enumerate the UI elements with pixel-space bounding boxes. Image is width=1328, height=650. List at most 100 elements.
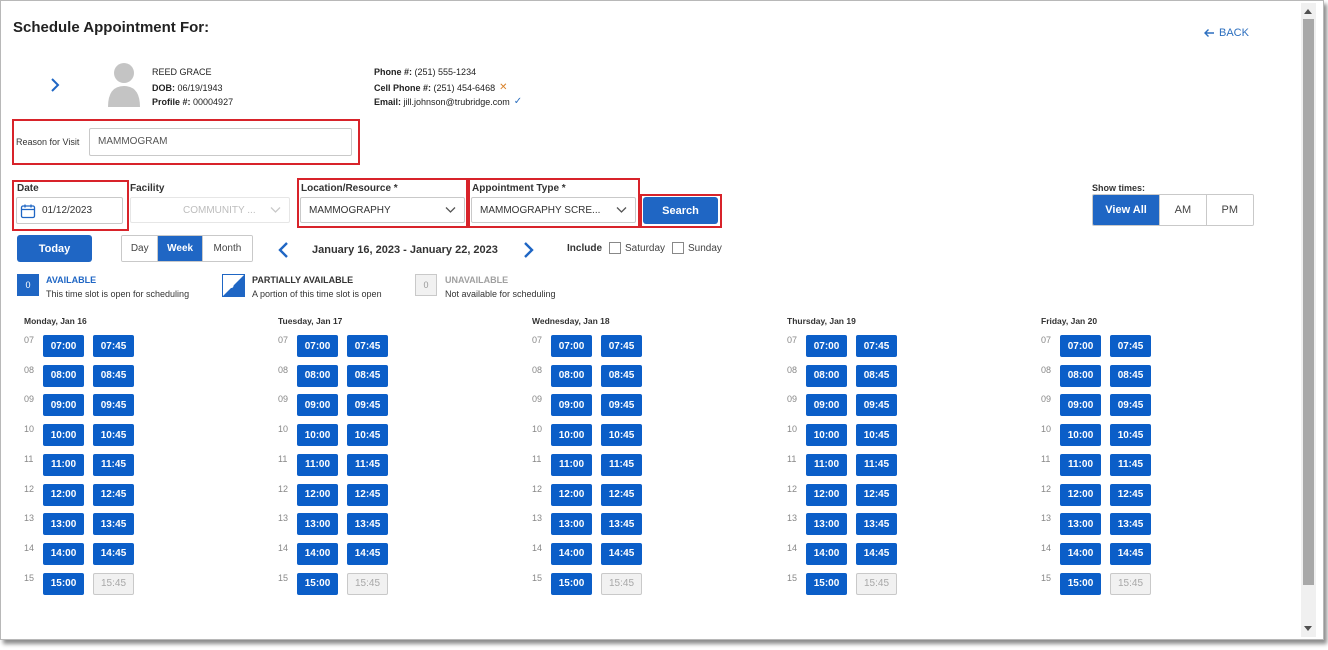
time-slot-button[interactable]: 11:45 [856,453,897,476]
time-slot-button[interactable]: 12:00 [1060,483,1101,506]
time-slot-button[interactable]: 12:00 [43,483,84,506]
time-slot-button[interactable]: 12:00 [806,483,847,506]
show-times-pm[interactable]: PM [1206,195,1253,225]
time-slot-button[interactable]: 12:45 [347,483,388,506]
time-slot-button[interactable]: 11:45 [601,453,642,476]
time-slot-button[interactable]: 08:00 [551,364,592,387]
time-slot-button[interactable]: 12:00 [297,483,338,506]
time-slot-button[interactable]: 14:45 [856,542,897,565]
time-slot-button[interactable]: 14:00 [806,542,847,565]
time-slot-button[interactable]: 10:45 [1110,424,1151,447]
time-slot-button[interactable]: 11:00 [1060,453,1101,476]
time-slot-button[interactable]: 14:00 [551,542,592,565]
time-slot-button[interactable]: 11:45 [1110,453,1151,476]
time-slot-button[interactable]: 11:45 [93,453,134,476]
time-slot-button[interactable]: 09:00 [806,394,847,417]
show-times-view-all[interactable]: View All [1093,195,1161,225]
time-slot-button[interactable]: 07:00 [551,335,592,357]
back-button[interactable]: BACK [1203,27,1249,39]
time-slot-button[interactable]: 14:00 [43,542,84,565]
scroll-down-arrow-icon[interactable] [1304,626,1312,631]
time-slot-button[interactable]: 13:45 [347,513,388,536]
location-select[interactable]: MAMMOGRAPHY [300,197,465,223]
time-slot-button[interactable]: 13:00 [551,513,592,536]
time-slot-button[interactable]: 14:45 [93,542,134,565]
view-mode-day[interactable]: Day [122,236,159,261]
saturday-checkbox[interactable]: Saturday [609,242,665,254]
time-slot-button[interactable]: 13:45 [1110,513,1151,536]
time-slot-button[interactable]: 10:45 [347,424,388,447]
calendar-icon[interactable] [20,203,36,219]
time-slot-button[interactable]: 11:00 [43,453,84,476]
time-slot-button[interactable]: 14:45 [1110,542,1151,565]
date-field[interactable]: 01/12/2023 [16,197,123,224]
time-slot-button[interactable]: 08:45 [856,364,897,387]
checkbox-box[interactable] [672,242,684,254]
search-button[interactable]: Search [643,197,718,224]
time-slot-button[interactable]: 12:45 [601,483,642,506]
time-slot-button[interactable]: 08:45 [1110,364,1151,387]
time-slot-button[interactable]: 07:45 [347,335,388,357]
time-slot-button[interactable]: 12:45 [1110,483,1151,506]
time-slot-button[interactable]: 13:00 [806,513,847,536]
time-slot-button[interactable]: 13:00 [43,513,84,536]
time-slot-button[interactable]: 11:00 [297,453,338,476]
next-week-chevron-icon[interactable] [521,241,535,259]
time-slot-button[interactable]: 09:45 [601,394,642,417]
time-slot-button[interactable]: 15:00 [1060,572,1101,595]
time-slot-button[interactable]: 13:45 [93,513,134,536]
scroll-up-arrow-icon[interactable] [1304,9,1312,14]
time-slot-button[interactable]: 13:45 [601,513,642,536]
time-slot-button[interactable]: 07:00 [806,335,847,357]
time-slot-button[interactable]: 07:45 [1110,335,1151,357]
time-slot-button[interactable]: 09:45 [1110,394,1151,417]
reason-input[interactable]: MAMMOGRAM [89,128,352,156]
time-slot-button[interactable]: 13:45 [856,513,897,536]
time-slot-button[interactable]: 15:00 [297,572,338,595]
time-slot-button[interactable]: 10:45 [601,424,642,447]
time-slot-button[interactable]: 09:00 [43,394,84,417]
time-slot-button[interactable]: 15:00 [551,572,592,595]
time-slot-button[interactable]: 13:00 [1060,513,1101,536]
time-slot-button[interactable]: 10:00 [43,424,84,447]
time-slot-button[interactable]: 08:00 [297,364,338,387]
time-slot-button[interactable]: 12:45 [93,483,134,506]
time-slot-button[interactable]: 07:00 [1060,335,1101,357]
time-slot-button[interactable]: 14:45 [601,542,642,565]
time-slot-button[interactable]: 09:45 [347,394,388,417]
time-slot-button[interactable]: 14:00 [1060,542,1101,565]
facility-select[interactable]: COMMUNITY ... [130,197,290,223]
time-slot-button[interactable]: 10:00 [806,424,847,447]
time-slot-button[interactable]: 13:00 [297,513,338,536]
time-slot-button[interactable]: 08:45 [347,364,388,387]
time-slot-button[interactable]: 10:00 [1060,424,1101,447]
time-slot-button[interactable]: 11:00 [551,453,592,476]
scrollbar[interactable] [1301,3,1316,637]
time-slot-button[interactable]: 14:45 [347,542,388,565]
time-slot-button[interactable]: 09:00 [297,394,338,417]
time-slot-button[interactable]: 07:45 [93,335,134,357]
time-slot-button[interactable]: 08:00 [43,364,84,387]
checkbox-box[interactable] [609,242,621,254]
time-slot-button[interactable]: 07:00 [43,335,84,357]
time-slot-button[interactable]: 12:45 [856,483,897,506]
time-slot-button[interactable]: 08:00 [806,364,847,387]
time-slot-button[interactable]: 08:00 [1060,364,1101,387]
time-slot-button[interactable]: 10:45 [856,424,897,447]
view-mode-month[interactable]: Month [202,236,252,261]
time-slot-button[interactable]: 14:00 [297,542,338,565]
time-slot-button[interactable]: 10:00 [297,424,338,447]
time-slot-button[interactable]: 09:00 [551,394,592,417]
time-slot-button[interactable]: 11:45 [347,453,388,476]
time-slot-button[interactable]: 07:45 [601,335,642,357]
appt-type-select[interactable]: MAMMOGRAPHY SCRE... [471,197,636,223]
time-slot-button[interactable]: 11:00 [806,453,847,476]
scroll-thumb[interactable] [1303,19,1314,585]
sunday-checkbox[interactable]: Sunday [672,242,722,254]
time-slot-button[interactable]: 12:00 [551,483,592,506]
today-button[interactable]: Today [17,235,92,262]
time-slot-button[interactable]: 07:00 [297,335,338,357]
time-slot-button[interactable]: 07:45 [856,335,897,357]
time-slot-button[interactable]: 09:45 [93,394,134,417]
prev-week-chevron-icon[interactable] [277,241,291,259]
